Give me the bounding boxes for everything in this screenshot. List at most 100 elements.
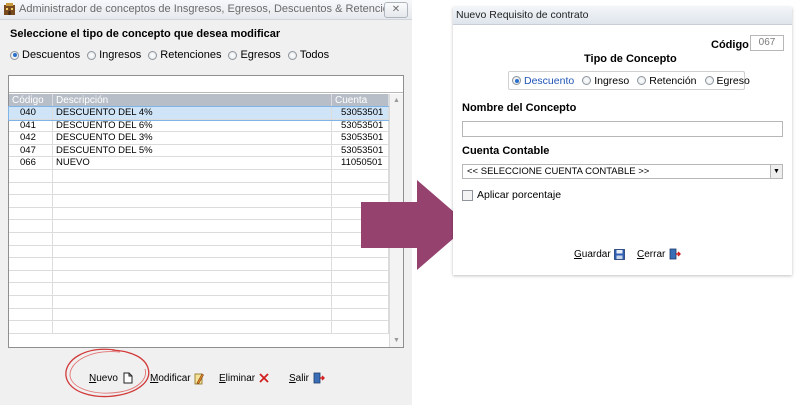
radio-button[interactable] — [148, 50, 158, 60]
empty-cell — [53, 258, 332, 270]
cerrar-button[interactable]: Cerrar — [637, 247, 682, 261]
salir-button[interactable]: Salir — [289, 371, 326, 385]
left-window-title: Administrador de conceptos de Insgresos,… — [19, 3, 407, 15]
empty-cell — [332, 321, 389, 333]
cell-descripcion: DESCUENTO DEL 3% — [53, 132, 332, 144]
empty-cell — [9, 207, 53, 220]
filter-option-label: Retenciones — [160, 49, 222, 61]
radio-button[interactable] — [10, 50, 19, 60]
tipo-option-label: Retención — [649, 74, 697, 87]
cell-codigo: 040 — [9, 107, 53, 119]
filter-option-ingresos[interactable]: Ingresos — [87, 49, 141, 61]
empty-table-row[interactable] — [9, 270, 389, 284]
filter-option-descuentos[interactable]: Descuentos — [10, 49, 80, 61]
radio-button[interactable] — [512, 76, 521, 85]
edit-pencil-icon — [194, 373, 204, 384]
empty-table-row[interactable] — [9, 195, 389, 208]
filter-option-retenciones[interactable]: Retenciones — [148, 49, 221, 61]
empty-cell — [53, 182, 332, 195]
tipo-option-egreso[interactable]: Egreso — [704, 74, 750, 87]
tipo-option-label: Egreso — [716, 74, 750, 87]
cerrar-accel: C — [637, 248, 645, 260]
table-row[interactable]: 040 DESCUENTO DEL 4% 53053501 — [8, 106, 390, 121]
cerrar-label: errar — [644, 248, 666, 260]
empty-table-row[interactable] — [9, 283, 389, 296]
cell-cuenta: 53053501 — [332, 107, 389, 119]
save-disk-icon — [613, 248, 625, 260]
empty-table-row[interactable] — [9, 207, 389, 221]
nombre-concepto-input[interactable] — [462, 121, 783, 137]
scroll-up-icon[interactable]: ▲ — [391, 95, 402, 106]
column-header-cuenta[interactable]: Cuenta — [332, 94, 389, 107]
filter-option-label: Descuentos — [22, 49, 81, 61]
cuenta-contable-select[interactable]: << SELECCIONE CUENTA CONTABLE >> ▼ — [462, 164, 783, 179]
empty-cell — [9, 220, 53, 232]
empty-table-row[interactable] — [9, 321, 389, 334]
eliminar-accel: E — [219, 372, 226, 384]
codigo-field: 067 — [750, 35, 784, 51]
empty-cell — [9, 283, 53, 295]
empty-cell — [9, 245, 53, 258]
table-body: 040 DESCUENTO DEL 4% 53053501 041 DESCUENTO … — [8, 106, 390, 334]
empty-cell — [53, 321, 332, 333]
empty-table-row[interactable] — [9, 220, 389, 233]
column-header-descripcion[interactable]: Descripción — [53, 94, 332, 107]
radio-button[interactable] — [582, 76, 592, 85]
tipo-option-ingreso[interactable]: Ingreso — [582, 75, 629, 87]
table-row[interactable]: 041 DESCUENTO DEL 6% 53053501 — [9, 119, 389, 133]
empty-cell — [9, 308, 53, 321]
tipo-option-retención[interactable]: Retención — [637, 74, 697, 87]
filter-option-egresos[interactable]: Egresos — [228, 49, 281, 61]
tipo-concepto-heading: Tipo de Concepto — [584, 53, 677, 65]
empty-table-row[interactable] — [9, 169, 389, 183]
empty-cell — [332, 295, 389, 308]
table-row[interactable]: 066 NUEVO 11050501 — [9, 157, 389, 170]
empty-cell — [332, 283, 389, 295]
empty-cell — [53, 232, 332, 245]
tipo-option-descuento[interactable]: Descuento — [512, 75, 574, 87]
app-building-icon — [4, 3, 15, 15]
scroll-down-icon[interactable]: ▼ — [391, 335, 402, 346]
empty-cell — [9, 169, 53, 182]
table-row[interactable]: 047 DESCUENTO DEL 5% 53053501 — [9, 144, 389, 158]
cell-descripcion: DESCUENTO DEL 5% — [53, 144, 332, 157]
empty-cell — [9, 182, 53, 195]
cuenta-contable-value: << SELECCIONE CUENTA CONTABLE >> — [467, 166, 650, 177]
radio-button[interactable] — [704, 76, 714, 85]
admin-conceptos-window: Administrador de conceptos de Insgresos,… — [0, 0, 412, 405]
cell-codigo: 041 — [9, 119, 53, 132]
salir-label: alir — [295, 372, 310, 384]
empty-cell — [332, 270, 389, 283]
left-close-button[interactable]: ✕ — [384, 2, 408, 18]
empty-cell — [53, 295, 332, 308]
cell-descripcion: DESCUENTO DEL 4% — [53, 107, 332, 119]
radio-button[interactable] — [228, 50, 238, 60]
radio-button[interactable] — [287, 50, 297, 60]
filter-option-label: Egresos — [240, 49, 281, 61]
empty-cell — [9, 270, 53, 283]
empty-table-row[interactable] — [9, 182, 389, 196]
empty-table-row[interactable] — [9, 308, 389, 322]
radio-button[interactable] — [87, 50, 97, 60]
filter-option-label: Todos — [299, 49, 330, 61]
modificar-label: odificar — [158, 372, 191, 384]
empty-table-row[interactable] — [9, 295, 389, 309]
empty-table-row[interactable] — [9, 232, 389, 246]
aplicar-porcentaje-checkbox[interactable] — [462, 189, 473, 201]
cell-cuenta: 11050501 — [332, 157, 389, 169]
table-row[interactable]: 042 DESCUENTO DEL 3% 53053501 — [9, 132, 389, 145]
empty-table-row[interactable] — [9, 245, 389, 259]
aplicar-porcentaje-row[interactable]: Aplicar porcentaje — [462, 189, 561, 201]
empty-cell — [332, 308, 389, 321]
left-titlebar: Administrador de conceptos de Insgresos,… — [0, 0, 412, 20]
exit-door-icon — [669, 248, 682, 260]
radio-button[interactable] — [637, 76, 647, 85]
column-header-codigo[interactable]: Código — [9, 94, 53, 107]
modificar-button[interactable]: Modificar — [150, 371, 204, 385]
filter-option-todos[interactable]: Todos — [287, 49, 330, 61]
empty-table-row[interactable] — [9, 258, 389, 271]
empty-cell — [9, 258, 53, 270]
guardar-button[interactable]: Guardar — [574, 247, 625, 261]
chevron-down-icon[interactable]: ▼ — [770, 165, 782, 178]
eliminar-button[interactable]: Eliminar — [219, 371, 269, 385]
